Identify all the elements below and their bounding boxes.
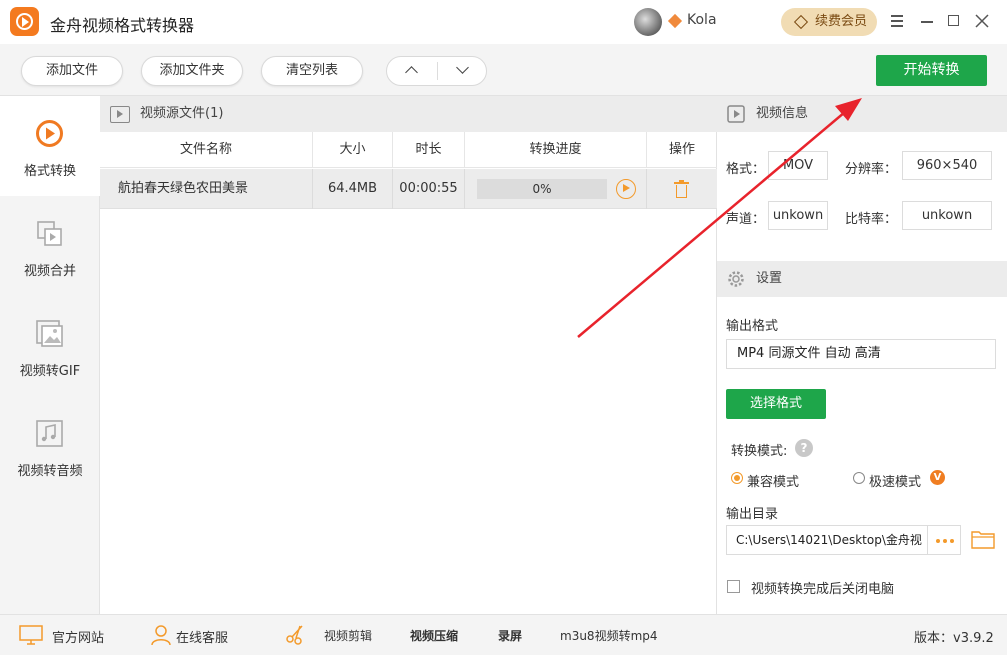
music-note-icon — [36, 420, 63, 447]
mode-fast-radio[interactable] — [853, 472, 865, 484]
renew-membership-button[interactable]: 续费会员 — [781, 8, 877, 36]
output-format-field[interactable]: MP4 同源文件 自动 高清 — [726, 339, 996, 369]
trash-icon[interactable] — [674, 180, 689, 198]
bitrate-value: unkown — [902, 201, 992, 230]
video-info-icon — [727, 105, 745, 123]
sidebar-item-label: 格式转换 — [23, 164, 76, 179]
app-title: 金舟视频格式转换器 — [50, 16, 195, 35]
resolution-value: 960×540 — [902, 151, 992, 180]
sidebar-item-video-to-gif[interactable]: 视频转GIF — [0, 296, 100, 396]
video-info-title: 视频信息 — [756, 106, 809, 121]
mode-compat-radio[interactable] — [731, 472, 743, 484]
resolution-label: 分辨率： — [845, 162, 898, 177]
video-compress-link[interactable]: 视频压缩 — [410, 627, 458, 644]
table-row[interactable]: 航拍春天绿色农田美景 64.4MB 00:00:55 0% — [100, 169, 717, 209]
move-down-button[interactable] — [438, 57, 488, 85]
image-icon — [36, 320, 63, 347]
screen-record-link[interactable]: 录屏 — [498, 627, 522, 644]
format-value: MOV — [768, 151, 828, 180]
browse-more-button[interactable] — [927, 525, 961, 555]
source-files-title: 视频源文件(1) — [140, 106, 224, 121]
file-list-panel: 视频源文件(1) 文件名称 大小 时长 转换进度 操作 航拍春天绿色农田美景 6… — [100, 96, 717, 614]
shutdown-checkbox[interactable] — [727, 580, 740, 593]
app-logo-icon — [10, 7, 39, 36]
online-support-link[interactable]: 在线客服 — [176, 627, 228, 646]
settings-header: 设置 — [717, 261, 1007, 297]
video-merge-icon — [37, 221, 62, 246]
clear-list-button[interactable]: 清空列表 — [261, 56, 363, 86]
scissors-icon — [286, 625, 303, 645]
title-bar: 金舟视频格式转换器 Kola 续费会员 — [0, 0, 1007, 44]
move-up-button[interactable] — [387, 57, 437, 85]
gear-icon — [728, 271, 744, 287]
output-format-label: 输出格式 — [726, 319, 779, 334]
video-edit-link[interactable]: 视频剪辑 — [324, 627, 372, 644]
help-icon[interactable]: ? — [795, 439, 813, 457]
monitor-icon — [19, 625, 43, 645]
progress-label: 0% — [532, 182, 552, 196]
add-folder-button[interactable]: 添加文件夹 — [141, 56, 243, 86]
settings-title: 设置 — [756, 271, 783, 286]
version-label: 版本：v3.9.2 — [914, 631, 994, 646]
progress-bar: 0% — [477, 179, 607, 199]
mode-compat-label[interactable]: 兼容模式 — [747, 471, 799, 490]
diamond-icon — [793, 14, 809, 30]
video-info-header: 视频信息 — [717, 96, 1007, 132]
shutdown-label[interactable]: 视频转换完成后关闭电脑 — [751, 578, 894, 597]
renew-membership-label: 续费会员 — [815, 14, 868, 29]
sidebar-item-label: 视频合并 — [23, 264, 76, 279]
vip-diamond-icon — [667, 13, 683, 29]
user-icon — [151, 625, 171, 646]
sidebar-item-video-to-audio[interactable]: 视频转音频 — [0, 396, 100, 496]
output-dir-field[interactable]: C:\Users\14021\Desktop\金舟视 — [726, 525, 928, 555]
add-file-button[interactable]: 添加文件 — [21, 56, 123, 86]
file-size: 64.4MB — [313, 169, 393, 209]
column-size: 大小 — [313, 132, 393, 168]
column-name: 文件名称 — [100, 132, 313, 168]
sidebar: 格式转换 视频合并 视频转GIF 视频转音频 — [0, 96, 100, 614]
start-convert-button[interactable]: 开始转换 — [876, 55, 987, 86]
sidebar-item-label: 视频转GIF — [19, 364, 81, 379]
column-action: 操作 — [668, 142, 695, 157]
bitrate-label: 比特率： — [845, 212, 898, 227]
file-duration: 00:00:55 — [393, 169, 465, 209]
file-name: 航拍春天绿色农田美景 — [100, 169, 313, 209]
minimize-icon[interactable] — [916, 10, 938, 32]
right-panel: 视频信息 格式： MOV 分辨率： 960×540 声道： unkown 比特率… — [717, 96, 1007, 614]
toolbar: 添加文件 添加文件夹 清空列表 开始转换 — [0, 44, 1007, 96]
folder-icon[interactable] — [971, 529, 995, 549]
channel-value: unkown — [768, 201, 828, 230]
maximize-icon[interactable] — [943, 10, 965, 32]
chevron-up-icon — [405, 66, 418, 79]
format-label: 格式： — [726, 162, 766, 177]
play-icon[interactable] — [616, 179, 636, 199]
sidebar-item-format-convert[interactable]: 格式转换 — [0, 96, 100, 196]
select-format-button[interactable]: 选择格式 — [726, 389, 826, 419]
video-file-icon — [110, 106, 130, 123]
column-progress: 转换进度 — [465, 132, 647, 168]
output-dir-label: 输出目录 — [726, 507, 779, 522]
sidebar-item-video-merge[interactable]: 视频合并 — [0, 196, 100, 296]
mode-fast-label[interactable]: 极速模式 — [869, 471, 921, 490]
user-avatar[interactable] — [634, 8, 662, 36]
format-convert-icon — [36, 120, 63, 147]
reorder-buttons — [386, 56, 487, 86]
vip-badge-icon: V — [930, 470, 945, 485]
chevron-down-icon — [456, 61, 469, 74]
menu-icon[interactable] — [886, 10, 908, 32]
channel-label: 声道： — [726, 212, 766, 227]
user-name[interactable]: Kola — [687, 12, 717, 28]
sidebar-item-label: 视频转音频 — [17, 464, 83, 479]
official-website-link[interactable]: 官方网站 — [52, 627, 104, 646]
convert-mode-label: 转换模式: — [731, 444, 788, 459]
source-files-header: 视频源文件(1) — [100, 96, 717, 132]
status-bar: 官方网站 在线客服 视频剪辑 视频压缩 录屏 m3u8视频转mp4 版本：v3.… — [0, 614, 1007, 655]
column-duration: 时长 — [393, 132, 465, 168]
close-icon[interactable] — [971, 10, 993, 32]
m3u8-convert-link[interactable]: m3u8视频转mp4 — [560, 627, 658, 644]
table-header: 文件名称 大小 时长 转换进度 操作 — [100, 132, 717, 168]
